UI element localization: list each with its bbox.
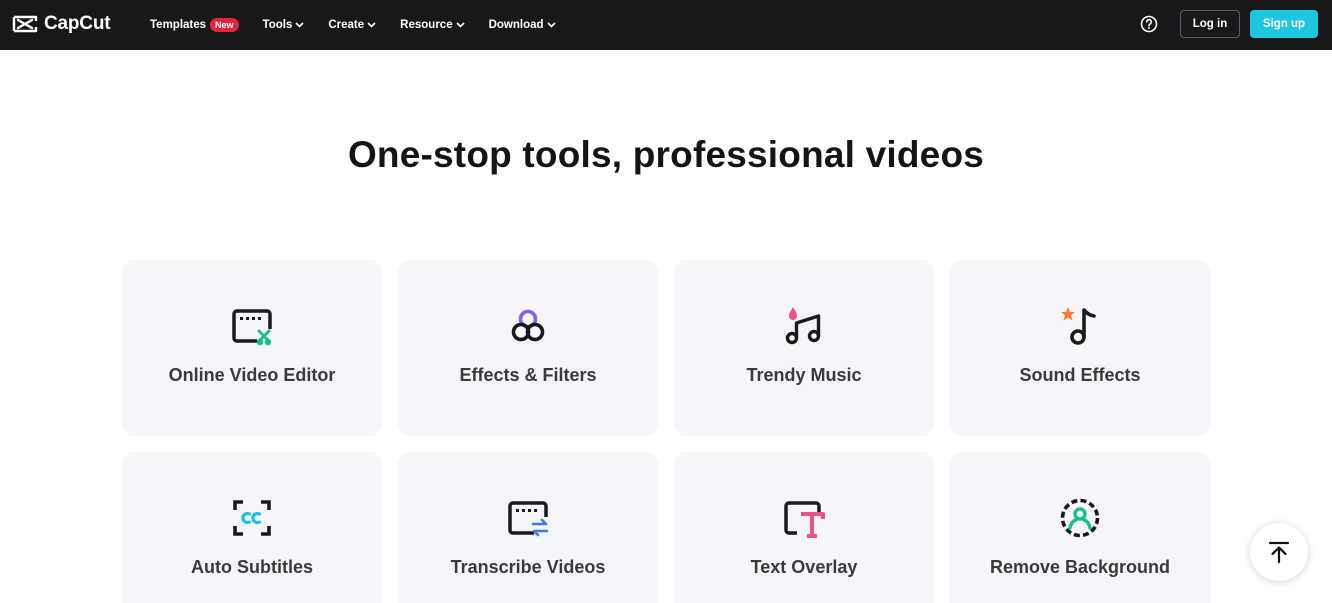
chevron-down-icon [367,22,376,28]
tool-card-label: Trendy Music [746,365,862,385]
nav-tools-label: Tools [262,19,293,31]
video-editor-icon [232,309,273,346]
tool-card-online-video-editor[interactable]: Online Video Editor [122,260,382,436]
nav-download-label: Download [488,19,544,31]
capcut-logo[interactable]: CapCut [12,12,111,36]
chevron-down-icon [456,22,465,28]
capcut-logo-icon [12,15,38,33]
top-navbar: CapCut Templates New Tools Create Resour… [0,0,1332,50]
chevron-down-icon [295,22,304,28]
sound-effects-icon [1061,307,1096,345]
music-notes-icon [785,307,821,345]
page-title: One-stop tools, professional videos [347,134,985,175]
tool-card-trendy-music[interactable]: Trendy Music [674,260,934,436]
transcribe-icon [508,501,549,537]
nav-create-label: Create [328,19,365,31]
tool-card-auto-subtitles[interactable]: Auto Subtitles [122,452,382,603]
logo-text: CapCut [44,13,111,34]
tool-card-label: Transcribe Videos [450,557,606,577]
remove-background-icon [1060,498,1100,538]
nav-download[interactable]: Download [489,19,556,31]
tool-card-effects-filters[interactable]: Effects & Filters [398,260,658,436]
tool-card-label: Remove Background [989,557,1171,577]
tool-card-remove-background[interactable]: Remove Background [950,452,1210,603]
tool-card-label: Online Video Editor [168,365,336,385]
tool-card-text-overlay[interactable]: Text Overlay [674,452,934,603]
tool-card-transcribe-videos[interactable]: Transcribe Videos [398,452,658,603]
tool-card-sound-effects[interactable]: Sound Effects [950,260,1210,436]
effects-filters-icon [511,309,545,342]
tool-card-label: Auto Subtitles [191,557,313,577]
nav-resource[interactable]: Resource [400,19,465,31]
chevron-down-icon [546,22,556,28]
question-circle-icon[interactable] [1139,14,1159,34]
subtitles-cc-icon [233,500,271,536]
nav-templates-label: Templates [150,19,207,31]
new-badge: New [210,18,239,32]
arrow-up-to-top-icon [1268,541,1290,564]
text-overlay-icon [784,501,825,538]
back-to-top-button[interactable] [1250,523,1308,581]
main-nav: Templates New Tools Create Resource Down… [150,0,580,50]
nav-templates[interactable]: Templates New [150,18,239,32]
nav-tools[interactable]: Tools [263,19,305,31]
tool-card-label: Effects & Filters [459,365,597,385]
signup-button[interactable]: Sign up [1250,10,1318,38]
tool-card-label: Sound Effects [1019,365,1141,385]
nav-resource-label: Resource [400,19,453,31]
login-button[interactable]: Log in [1180,10,1240,38]
nav-create[interactable]: Create [328,19,376,31]
tool-card-label: Text Overlay [750,557,858,577]
